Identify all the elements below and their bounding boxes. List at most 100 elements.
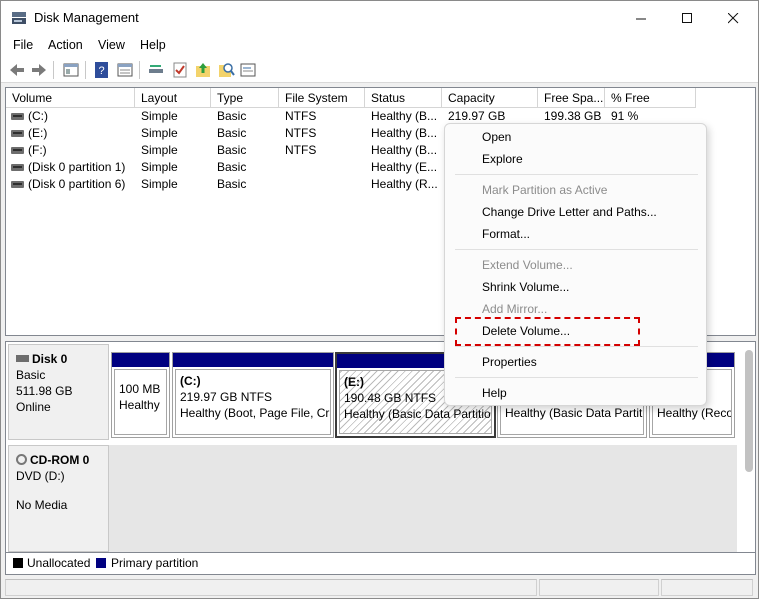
cell-layout: Simple	[141, 126, 178, 140]
partition-status: Healthy (Reco	[657, 406, 732, 420]
legend: Unallocated Primary partition	[5, 553, 756, 575]
cell-volume: (C:)	[28, 109, 48, 123]
disk-management-app-icon	[12, 12, 26, 24]
close-button[interactable]	[710, 1, 756, 35]
partition-status: Healthy	[119, 398, 160, 412]
cell-file-system: NTFS	[285, 109, 317, 123]
column-header-free-space[interactable]: Free Spa...	[538, 88, 605, 108]
refresh-icon[interactable]	[147, 61, 165, 79]
cell-percent-free: 91 %	[611, 109, 639, 123]
cdrom-empty-area	[109, 445, 737, 552]
cdrom-type: DVD (D:)	[16, 469, 65, 483]
disk-0-name: Disk 0	[32, 352, 68, 366]
partition-size: 219.97 GB NTFS	[180, 390, 273, 404]
toolbar-separator	[85, 61, 86, 79]
status-bar	[1, 577, 758, 598]
cell-status: Healthy (B...	[371, 143, 438, 157]
column-header-file-system[interactable]: File System	[279, 88, 365, 108]
menu-item-open[interactable]: Open	[482, 130, 511, 144]
column-header-percent-free[interactable]: % Free	[605, 88, 696, 108]
cell-file-system: NTFS	[285, 126, 317, 140]
column-header-volume[interactable]: Volume	[6, 88, 135, 108]
cell-type: Basic	[217, 109, 247, 123]
menu-bar: File Action View Help	[1, 35, 758, 57]
title-bar: Disk Management	[1, 1, 758, 35]
partition-c[interactable]: (C:) 219.97 GB NTFS Healthy (Boot, Page …	[172, 352, 334, 438]
partition-letter: (C:)	[180, 374, 201, 388]
toolbar: ?	[1, 57, 758, 83]
column-header-type[interactable]: Type	[211, 88, 279, 108]
back-arrow-icon[interactable]	[8, 61, 26, 79]
cell-volume: (E:)	[28, 126, 48, 140]
disk-icon	[16, 355, 29, 362]
minimize-button[interactable]	[618, 1, 664, 35]
cell-file-system: NTFS	[285, 143, 317, 157]
svg-text:?: ?	[98, 65, 104, 77]
menu-item-extend-volume: Extend Volume...	[482, 258, 573, 272]
legend-unallocated: Unallocated	[27, 556, 91, 570]
drive-icon	[11, 113, 24, 120]
menu-action[interactable]: Action	[48, 38, 83, 52]
maximize-button[interactable]	[664, 1, 710, 35]
menu-view[interactable]: View	[98, 38, 125, 52]
menu-item-mark-partition-active: Mark Partition as Active	[482, 183, 608, 197]
status-segment	[661, 579, 753, 596]
partition-status: Healthy (Boot, Page File, Cra	[180, 406, 331, 420]
cell-status: Healthy (B...	[371, 109, 438, 123]
delete-volume-highlight	[455, 317, 640, 346]
primary-partition-swatch	[96, 558, 106, 568]
menu-file[interactable]: File	[13, 38, 33, 52]
menu-item-properties[interactable]: Properties	[482, 355, 537, 369]
partition-bar	[112, 353, 169, 367]
properties-icon[interactable]	[116, 61, 134, 79]
partition-status: Healthy (Basic Data Partition	[344, 407, 492, 421]
partition-size: 100 MB	[119, 382, 161, 396]
menu-item-format[interactable]: Format...	[482, 227, 530, 241]
cell-type: Basic	[217, 143, 247, 157]
search-icon[interactable]	[217, 61, 235, 79]
settings-icon[interactable]	[239, 61, 257, 79]
cell-free-space: 199.38 GB	[544, 109, 602, 123]
context-menu: Open Explore Mark Partition as Active Ch…	[444, 123, 707, 406]
cdrom-name: CD-ROM 0	[30, 453, 90, 467]
graph-scrollbar[interactable]	[745, 350, 753, 472]
disk-0-info[interactable]: Disk 0 Basic 511.98 GB Online	[8, 344, 109, 440]
disk-0-type: Basic	[16, 368, 46, 382]
partition-bar	[173, 353, 333, 367]
partition-recovery-100mb[interactable]: 100 MB Healthy	[111, 352, 170, 438]
disk-0-state: Online	[16, 400, 51, 414]
help-icon[interactable]: ?	[93, 61, 111, 79]
cell-layout: Simple	[141, 177, 178, 191]
menu-item-shrink-volume[interactable]: Shrink Volume...	[482, 280, 569, 294]
cell-volume: (F:)	[28, 143, 47, 157]
partition-body: 100 MB Healthy	[114, 369, 167, 435]
cell-type: Basic	[217, 177, 247, 191]
cdrom-icon	[16, 454, 27, 465]
column-header-capacity[interactable]: Capacity	[442, 88, 538, 108]
minimize-icon	[635, 18, 646, 19]
cell-type: Basic	[217, 160, 247, 174]
window-title: Disk Management	[34, 10, 139, 25]
cell-capacity: 219.97 GB	[448, 109, 506, 123]
column-header-layout[interactable]: Layout	[135, 88, 211, 108]
menu-item-change-drive-letter[interactable]: Change Drive Letter and Paths...	[482, 205, 657, 219]
cdrom-0-info[interactable]: CD-ROM 0 DVD (D:) No Media	[8, 445, 109, 552]
column-header-status[interactable]: Status	[365, 88, 442, 108]
forward-arrow-icon[interactable]	[30, 61, 48, 79]
partition-status: Healthy (Basic Data Partiti	[505, 406, 644, 420]
up-folder-icon[interactable]	[194, 61, 212, 79]
cell-type: Basic	[217, 126, 247, 140]
console-tree-icon[interactable]	[62, 61, 80, 79]
check-icon[interactable]	[171, 61, 189, 79]
cell-layout: Simple	[141, 109, 178, 123]
menu-separator	[455, 346, 698, 347]
menu-help[interactable]: Help	[140, 38, 166, 52]
menu-item-explore[interactable]: Explore	[482, 152, 523, 166]
menu-item-help[interactable]: Help	[482, 386, 507, 400]
partition-body: (C:) 219.97 GB NTFS Healthy (Boot, Page …	[175, 369, 331, 435]
status-segment	[539, 579, 659, 596]
close-icon	[727, 12, 738, 23]
maximize-icon	[681, 12, 692, 23]
